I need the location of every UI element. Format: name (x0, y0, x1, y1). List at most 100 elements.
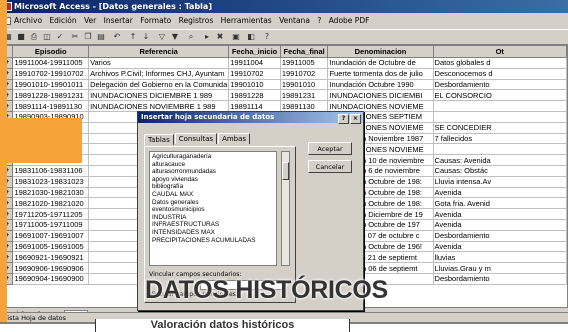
table-cell[interactable]: INUNDACIONES DICIEMBRE 1 989 (88, 89, 230, 102)
menu-archivo[interactable]: Archivo (14, 16, 42, 25)
table-cell[interactable]: 19891228 (228, 89, 281, 102)
spell-check-icon[interactable]: ✓ (55, 32, 65, 42)
paste-icon[interactable]: ▤ (96, 32, 106, 42)
dialog-help-icon[interactable]: ? (338, 114, 349, 124)
table-cell[interactable]: Desbordamiento (432, 229, 567, 242)
list-item[interactable]: CAUDAL MAX (152, 191, 274, 199)
table-cell[interactable]: INUNDACIONES DICIEMBI (327, 89, 434, 102)
table-cell[interactable]: Avenida (432, 208, 567, 220)
table-cell[interactable]: Desbordamiento (432, 78, 567, 91)
col-fecha-final[interactable]: Fecha_final (279, 45, 329, 58)
table-cell[interactable]: Causas: Obstác (432, 164, 567, 177)
list-item[interactable]: alturacauce (152, 161, 274, 169)
menu-formato[interactable]: Formato (140, 16, 171, 25)
list-item[interactable]: Agriculturaganadería (152, 153, 274, 161)
col-otros[interactable]: Ot (432, 45, 567, 58)
menu-edicion[interactable]: Edición (49, 16, 76, 25)
tab-ambas[interactable]: Ambas (218, 133, 251, 144)
table-cell[interactable]: Datos globales d (432, 57, 567, 69)
col-fecha-inicio[interactable]: Fecha_inicio (228, 45, 281, 58)
new-object-icon[interactable]: ◧ (246, 32, 256, 42)
table-cell[interactable]: 19910702 (279, 67, 329, 80)
table-cell[interactable]: INUNDACIONES NOVIEMBRE 1 989 (88, 100, 230, 112)
table-cell[interactable]: Lluvia intensa.Av (432, 175, 567, 188)
help-icon[interactable]: ? (262, 32, 272, 42)
dialog-close-icon[interactable]: × (350, 114, 361, 124)
table-cell[interactable]: 19911004-19911005 (12, 57, 90, 69)
table-row[interactable]: +19910702-19910702 Archivos P.Civil; Info… (1, 67, 567, 80)
table-cell[interactable]: Fuerte tormenta dos de julio (327, 67, 434, 80)
table-cell[interactable]: 19821030-19821030 (12, 186, 90, 199)
table-cell[interactable]: 19691005-19691005 (12, 240, 90, 253)
apply-filter-icon[interactable]: ▼ (170, 32, 180, 42)
table-cell[interactable]: 19690921-19690921 (12, 251, 90, 264)
table-cell[interactable]: 19901010 (228, 78, 281, 91)
table-cell[interactable]: 19901010 (279, 78, 329, 91)
table-cell[interactable]: Avenida (432, 186, 567, 199)
table-cell[interactable]: 19831023-19831023 (12, 175, 90, 188)
list-item[interactable]: INDUSTRIA (152, 214, 274, 222)
table-cell[interactable]: 19901010-19901011 (12, 78, 90, 91)
list-item[interactable]: Datos generales (152, 199, 274, 207)
menu-herramientas[interactable]: Herramientas (221, 16, 272, 25)
table-cell[interactable]: Desbordamiento (432, 272, 567, 285)
table-row[interactable]: +19891228-19891231 INUNDACIONES DICIEMBRE… (1, 89, 567, 102)
table-cell[interactable]: SE CONCEDIER (432, 121, 567, 134)
table-row[interactable]: +19901010-19901011 Delegación del Gobiern… (1, 78, 567, 91)
sort-desc-icon[interactable]: ↓ (141, 32, 151, 42)
undo-icon[interactable]: ↶ (112, 32, 122, 42)
copy-icon[interactable]: ❐ (83, 32, 93, 42)
col-episodio[interactable]: Episodio (12, 45, 90, 58)
table-cell[interactable]: 19910702-19910702 (12, 67, 90, 80)
tab-tablas[interactable]: Tablas (144, 134, 174, 145)
delete-record-icon[interactable]: ✖ (215, 32, 225, 42)
table-row[interactable]: +19891114-19891130 INUNDACIONES NOVIEMBRE… (1, 100, 567, 112)
table-cell[interactable] (432, 143, 567, 156)
table-cell[interactable]: Inundación de Octubre de (327, 57, 434, 69)
cancel-button[interactable]: Cancelar (308, 160, 352, 173)
table-cell[interactable] (432, 110, 567, 123)
menu-adobe-pdf[interactable]: Adobe PDF (329, 16, 370, 25)
table-cell[interactable]: Avenida (432, 218, 567, 231)
table-cell[interactable]: Varios (88, 57, 230, 69)
table-cell[interactable]: 19891228-19891231 (12, 89, 90, 102)
table-cell[interactable]: 19911005 (279, 57, 329, 69)
col-referencia[interactable]: Referencia (88, 45, 230, 58)
menu-ventana[interactable]: Ventana (279, 16, 310, 25)
database-window-icon[interactable]: ▣ (231, 32, 241, 42)
filter-icon[interactable]: ▽ (157, 32, 167, 42)
table-cell[interactable]: Lluvias.Grau y m (432, 262, 567, 274)
table-cell[interactable]: Causas: Avenida (432, 154, 567, 166)
list-item[interactable]: INFRAESTRUCTURAS (152, 221, 274, 229)
table-cell[interactable] (432, 100, 567, 112)
table-cell[interactable]: 19911004 (228, 57, 281, 69)
cut-icon[interactable]: ✂ (70, 32, 80, 42)
save-icon[interactable]: ■ (16, 32, 26, 42)
tab-consultas[interactable]: Consultas (174, 133, 218, 144)
table-cell[interactable]: 19690904-19690900 (12, 272, 90, 285)
listbox-scrollbar[interactable] (281, 151, 290, 266)
table-cell[interactable]: 19910702 (228, 67, 281, 80)
table-cell[interactable]: Archivos P.Civil; Informes CHJ, Ayuntam (88, 67, 230, 80)
table-cell[interactable]: EL CONSORCIO (432, 89, 567, 102)
table-cell[interactable]: 19891114-19891130 (12, 100, 90, 112)
table-cell[interactable]: Gota fria. Avenid (432, 197, 567, 210)
table-cell[interactable]: 19891114 (228, 100, 281, 112)
list-item[interactable]: PRECIPITACIONES ACUMULADAS (152, 237, 274, 245)
table-cell[interactable]: Inundación Octubre 1990 (327, 78, 434, 91)
list-item[interactable]: INTENSIDADES MAX (152, 229, 274, 237)
new-record-icon[interactable]: ▸ (202, 32, 212, 42)
preview-icon[interactable]: ◫ (42, 32, 52, 42)
ok-button[interactable]: Aceptar (308, 142, 352, 155)
list-item[interactable]: bibliografía (152, 183, 274, 191)
menu-insertar[interactable]: Insertar (104, 16, 133, 25)
table-cell[interactable]: 19821020-19821020 (12, 197, 90, 210)
table-row[interactable]: +19911004-19911005 Varios 19911004 19911005… (1, 57, 567, 69)
menu-help[interactable]: ? (317, 16, 321, 25)
table-cell[interactable]: Desconocemos d (432, 67, 567, 80)
sort-asc-icon[interactable]: ↑ (128, 32, 138, 42)
table-cell[interactable]: 19891130 (279, 100, 329, 112)
table-cell[interactable]: lluvias (432, 251, 567, 264)
list-item[interactable]: alturasorronmundadas (152, 168, 274, 176)
table-listbox[interactable]: Agriculturaganadería alturacauce alturasor… (149, 151, 277, 266)
